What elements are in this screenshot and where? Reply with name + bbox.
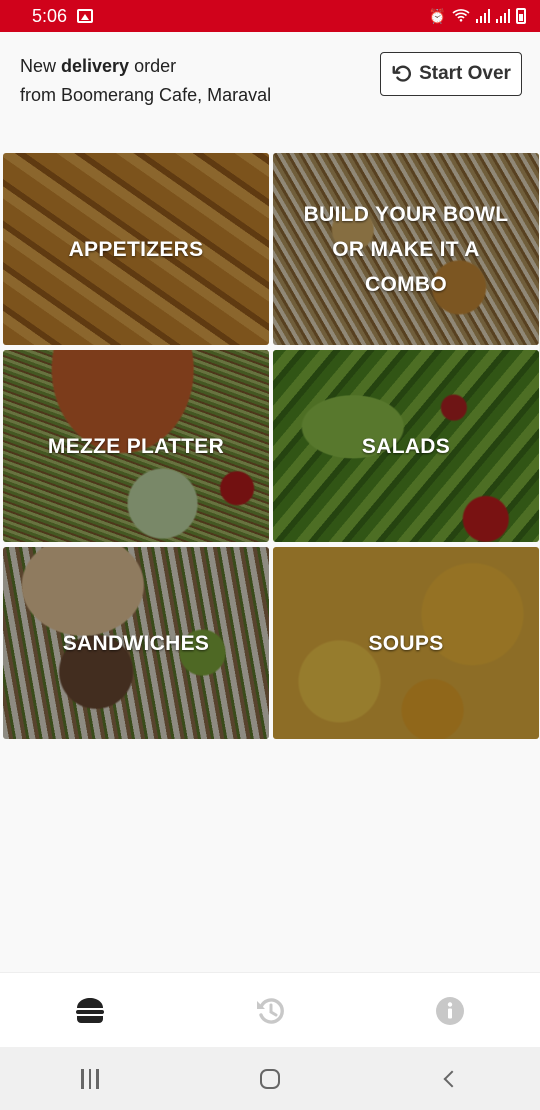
nav-menu-button[interactable] — [0, 973, 180, 1048]
history-icon — [257, 997, 284, 1024]
order-header: New delivery order from Boomerang Cafe, … — [0, 32, 540, 122]
back-icon — [443, 1070, 461, 1087]
home-icon — [260, 1068, 280, 1089]
nav-history-button[interactable] — [180, 973, 360, 1048]
category-tile-mezze-platter[interactable]: MEZZE PLATTER — [3, 350, 269, 542]
category-tile-soups[interactable]: SOUPS — [273, 547, 539, 739]
order-type-line: New delivery order — [20, 56, 177, 76]
gallery-notification-icon — [77, 9, 94, 23]
restart-icon — [392, 65, 412, 82]
home-button[interactable] — [180, 1047, 360, 1110]
start-over-label: Start Over — [419, 63, 511, 84]
system-nav-bar — [0, 1047, 540, 1110]
back-button[interactable] — [360, 1047, 540, 1110]
status-time: 5:06 — [32, 5, 68, 26]
info-icon — [436, 996, 464, 1025]
category-label: APPETIZERS — [68, 237, 204, 261]
signal-icon-1 — [476, 9, 490, 23]
category-label: BUILD YOUR BOWL OR MAKE IT A COMBO — [303, 202, 509, 296]
category-label: SANDWICHES — [62, 631, 210, 655]
category-label: SOUPS — [368, 631, 444, 655]
burger-icon — [76, 997, 104, 1023]
category-tile-salads[interactable]: SALADS — [273, 350, 539, 542]
bottom-nav — [0, 972, 540, 1047]
recents-button[interactable] — [0, 1047, 180, 1110]
nav-info-button[interactable] — [360, 973, 540, 1048]
alarm-icon: ⏰ — [428, 7, 446, 24]
order-type: delivery — [61, 56, 130, 76]
restaurant-line: from Boomerang Cafe, Maraval — [20, 85, 272, 105]
battery-icon — [516, 8, 526, 24]
wifi-icon — [452, 8, 470, 25]
category-tile-appetizers[interactable]: APPETIZERS — [3, 153, 269, 345]
category-tile-build-your-bowl[interactable]: BUILD YOUR BOWL OR MAKE IT A COMBO — [273, 153, 539, 345]
recents-icon — [81, 1068, 99, 1089]
status-bar: 5:06 ⏰ — [0, 0, 540, 32]
signal-icon-2 — [496, 9, 510, 23]
category-label: MEZZE PLATTER — [47, 434, 225, 458]
category-label: SALADS — [361, 434, 451, 458]
category-tile-sandwiches[interactable]: SANDWICHES — [3, 547, 269, 739]
start-over-button[interactable]: Start Over — [380, 52, 522, 96]
